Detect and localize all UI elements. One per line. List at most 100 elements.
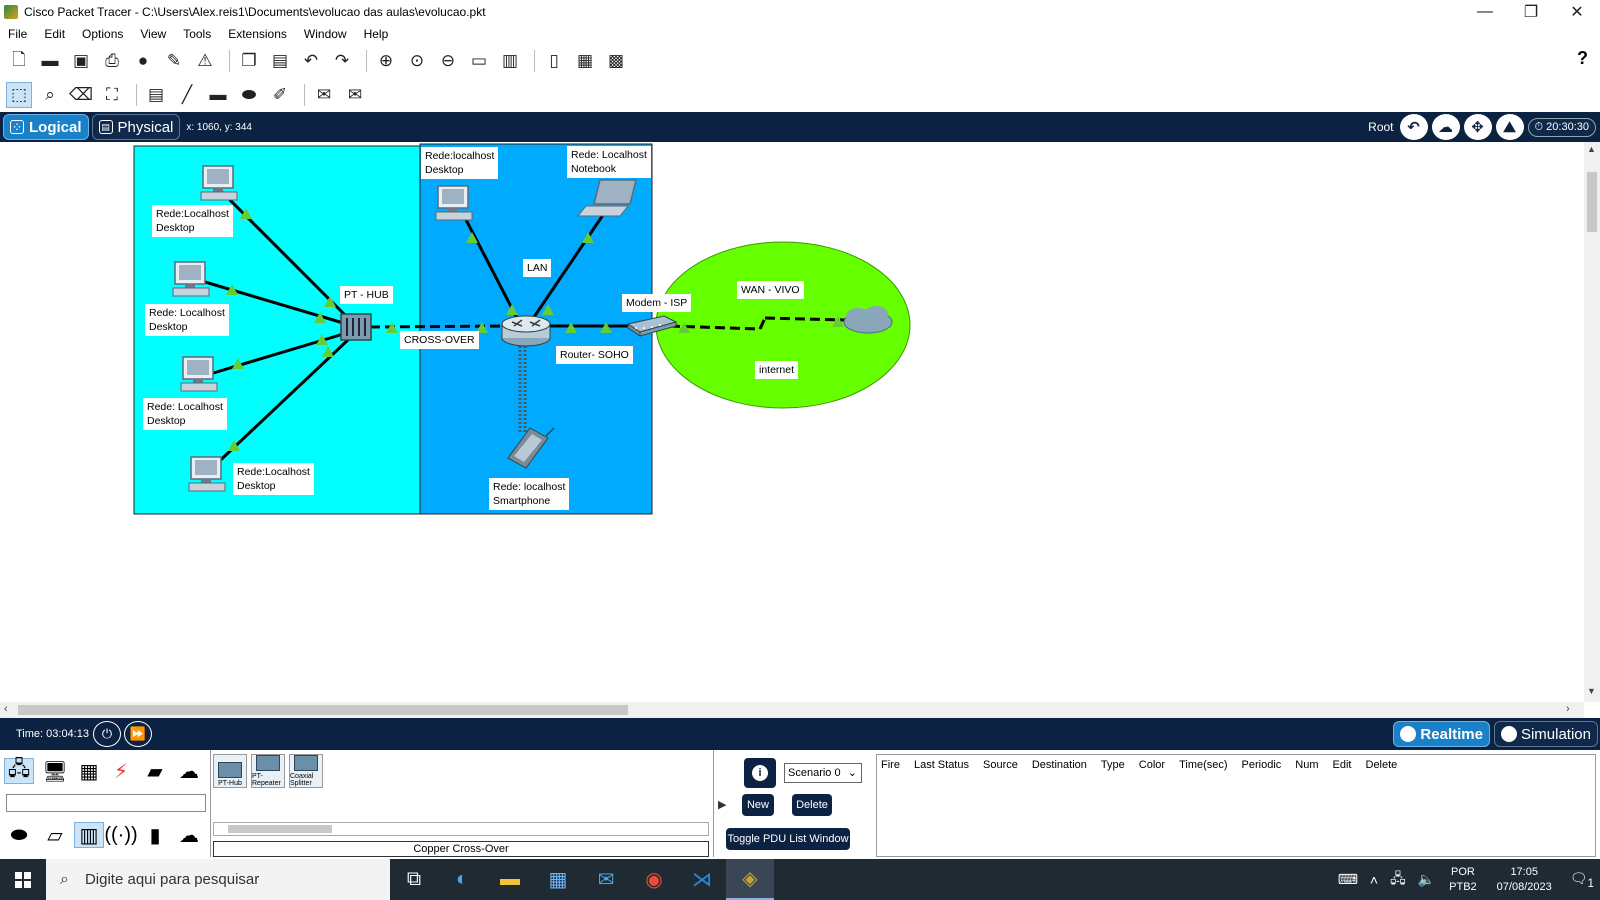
components-icon[interactable]: ▦ [74,758,104,784]
mail-icon[interactable]: ✉ [582,859,630,900]
scroll-up-icon[interactable]: ▲ [1587,144,1596,154]
wan-emulation-icon[interactable]: ☁ [174,822,204,848]
fast-forward-icon[interactable]: ⏩ [123,721,152,747]
draw-line-icon[interactable]: ╱ [174,82,200,108]
switches-icon[interactable]: ▱ [40,822,70,848]
menu-view[interactable]: View [140,27,166,41]
internet-cloud[interactable] [843,306,893,334]
place-note-icon[interactable]: ▤ [143,82,169,108]
miscellaneous-icon[interactable]: ▰ [140,758,170,784]
custom-device-icon[interactable]: ▥ [497,48,523,74]
hub-desktop-1[interactable] [200,165,238,201]
scroll-right-icon[interactable]: › [1566,703,1570,715]
physical-tab[interactable]: ▤ Physical [91,114,181,140]
new-file-icon[interactable]: 🗋 [6,48,32,74]
menu-file[interactable]: File [8,27,27,41]
start-button[interactable] [0,859,46,900]
lan-desktop[interactable] [435,185,473,221]
paste-icon[interactable]: ▤ [267,48,293,74]
pt-hub-item[interactable]: PT-Hub [213,754,247,788]
device-list-scrollbar[interactable] [213,822,709,836]
network-info-icon[interactable]: ⚠ [192,48,218,74]
menu-window[interactable]: Window [304,27,347,41]
realtime-button[interactable]: Realtime [1393,721,1490,747]
chevron-up-icon[interactable]: ˄ [1370,872,1378,888]
new-scenario-button[interactable]: New [742,794,774,816]
network-devices-icon[interactable]: 🖧 [4,758,34,784]
minimize-button[interactable]: — [1462,0,1508,24]
network-icon[interactable]: 🖧 [1390,868,1406,892]
select-tool-icon[interactable]: ⬚ [6,82,32,108]
hubs-icon[interactable]: ▥ [74,822,104,848]
horizontal-scrollbar[interactable]: ‹ › [0,702,1584,718]
freeform-icon[interactable]: ✐ [267,82,293,108]
chrome-icon[interactable]: ◉ [630,859,678,900]
taskbar-search[interactable]: ⌕ Digite aqui para pesquisar [46,859,390,900]
menu-help[interactable]: Help [364,27,389,41]
menu-extensions[interactable]: Extensions [228,27,287,41]
pt-repeater-item[interactable]: PT-Repeater [251,754,285,788]
logical-workspace-canvas[interactable]: Rede:Localhost Desktop Rede: Localhost D… [0,142,1584,702]
vscode-icon[interactable]: ⋊ [678,859,726,900]
notification-icon[interactable]: 🗨1 [1570,870,1594,890]
vertical-scroll-thumb[interactable] [1587,172,1597,232]
store-icon[interactable]: ▦ [534,859,582,900]
hub-desktop-3[interactable] [180,356,218,392]
help-icon[interactable]: ? [1577,48,1588,69]
toggle-pdu-list-button[interactable]: Toggle PDU List Window [726,828,850,850]
undo-icon[interactable]: ↶ [298,48,324,74]
packet-tracer-taskbar-icon[interactable]: ◈ [726,859,774,900]
screenshot-icon[interactable]: ▩ [603,48,629,74]
open-folder-icon[interactable]: ▬ [37,48,63,74]
simulation-button[interactable]: Simulation [1493,721,1598,747]
device-template-icon[interactable]: ▦ [572,48,598,74]
task-view-icon[interactable]: ⧉ [390,859,438,900]
restore-button[interactable]: ❐ [1508,0,1554,24]
draw-rectangle-icon[interactable]: ▬ [205,82,231,108]
horizontal-scroll-thumb[interactable] [18,705,628,715]
scenario-info-button[interactable]: i [744,758,776,788]
wireless-devices-icon[interactable]: ((·)) [104,822,137,848]
zoom-out-icon[interactable]: ⊖ [435,48,461,74]
menu-options[interactable]: Options [82,27,123,41]
language-indicator[interactable]: POR PTB2 [1449,865,1477,895]
copy-icon[interactable]: ❐ [236,48,262,74]
pt-hub-device[interactable] [340,313,372,341]
keyboard-icon[interactable]: ⌨ [1338,871,1358,888]
power-cycle-icon[interactable]: ⏻ [92,721,121,747]
device-list-scroll-thumb[interactable] [228,825,332,833]
back-icon[interactable]: ↶ [1399,114,1428,140]
menu-edit[interactable]: Edit [44,27,65,41]
vertical-scrollbar[interactable]: ▲ ▼ [1584,142,1600,702]
zoom-reset-icon[interactable]: ⊙ [404,48,430,74]
delete-tool-icon[interactable]: ⌫ [68,82,94,108]
security-icon[interactable]: ▮ [140,822,170,848]
expand-panel-icon[interactable]: ▶ [718,798,726,811]
info-icon[interactable]: ● [130,48,156,74]
hub-desktop-4[interactable] [188,456,226,492]
delete-scenario-button[interactable]: Delete [792,794,832,816]
print-icon[interactable]: ⎙ [99,48,125,74]
multiuser-icon[interactable]: ☁ [174,758,204,784]
menu-tools[interactable]: Tools [183,27,211,41]
coaxial-splitter-item[interactable]: Coaxial Splitter [289,754,323,788]
hub-desktop-2[interactable] [172,261,210,297]
routers-icon[interactable]: ⬬ [4,822,34,848]
set-background-icon[interactable]: ⛰ [1495,114,1524,140]
save-icon[interactable]: ▣ [68,48,94,74]
scroll-down-icon[interactable]: ▼ [1587,686,1596,696]
new-cluster-icon[interactable]: ☁ [1431,114,1460,140]
connections-icon[interactable]: ⚡ [106,758,136,784]
viewport-clock[interactable]: ⏱ 20:30:30 [1527,117,1596,137]
redo-icon[interactable]: ↷ [329,48,355,74]
drawing-palette-icon[interactable]: ▭ [466,48,492,74]
date-time[interactable]: 17:05 07/08/2023 [1497,865,1552,895]
end-devices-icon[interactable]: 🖥 [40,758,70,784]
draw-ellipse-icon[interactable]: ⬬ [236,82,262,108]
scenario-select[interactable]: Scenario 0 ⌄ [784,763,862,783]
logical-tab[interactable]: ⁘ Logical [3,114,89,140]
close-button[interactable]: ✕ [1554,0,1600,24]
soho-router[interactable] [501,315,551,347]
scroll-left-icon[interactable]: ‹ [4,703,8,715]
edge-icon[interactable]: ◐ [438,859,486,900]
